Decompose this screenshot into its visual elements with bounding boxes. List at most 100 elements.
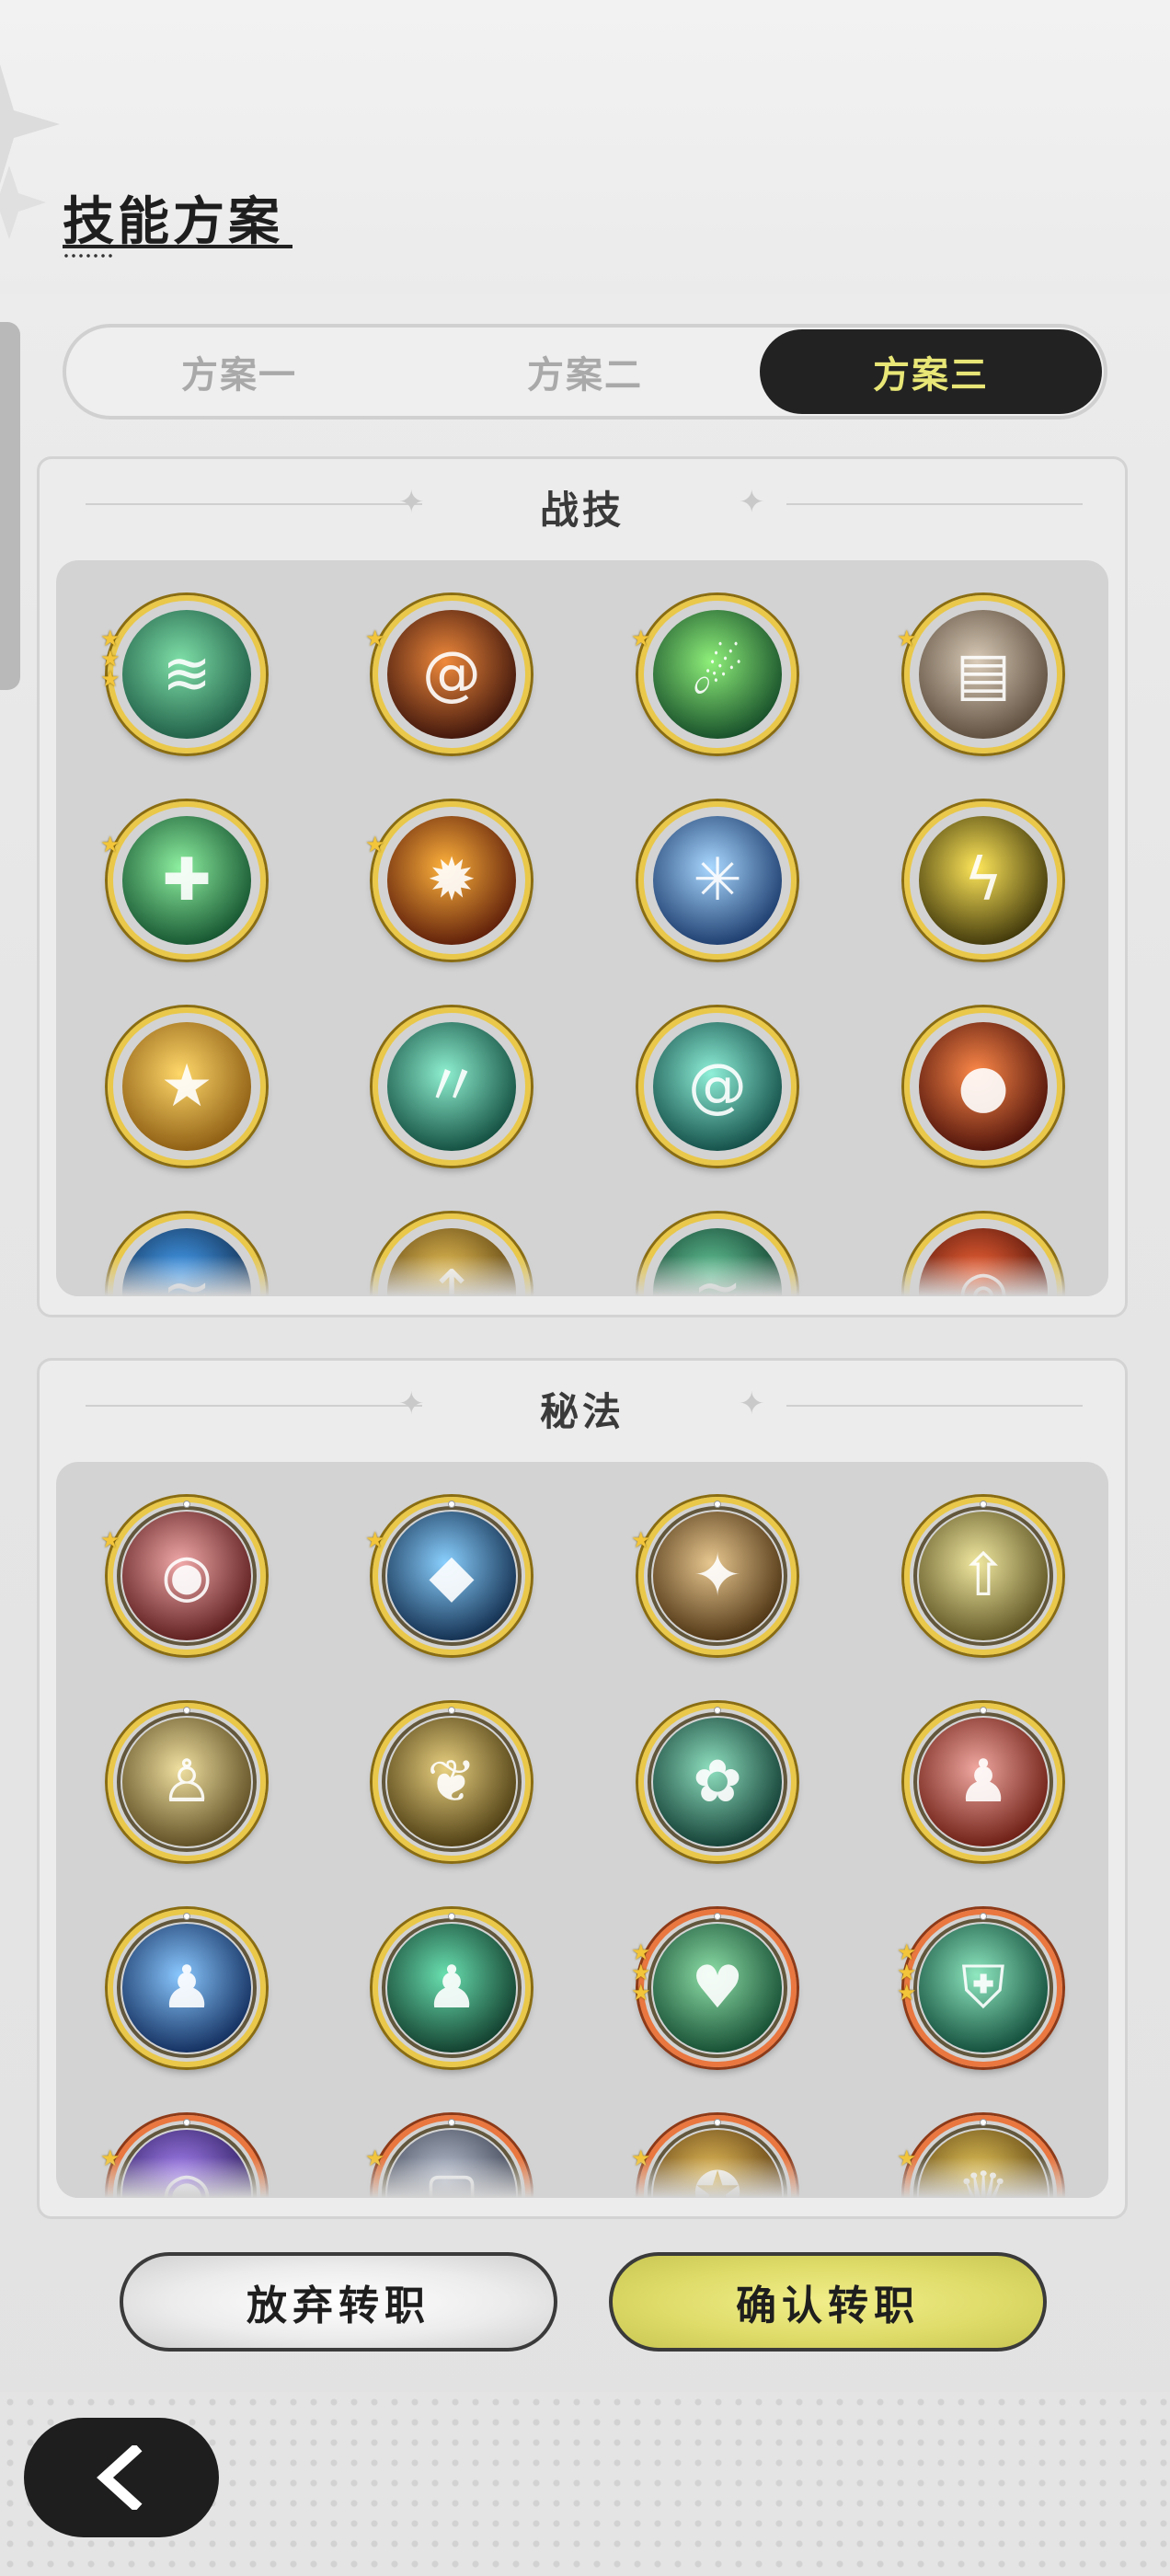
- icon-glyph: ▢: [423, 2160, 480, 2198]
- icon-art: [387, 1228, 516, 1296]
- icon-top-pip: [714, 2119, 721, 2126]
- icon-glyph: ♥: [691, 1954, 744, 2022]
- rarity-stars: ★: [365, 832, 385, 857]
- flame-burst-icon[interactable]: ✹ ★: [365, 801, 531, 960]
- header-rule-right: [786, 1405, 1083, 1407]
- rarity-stars: ★: [631, 1529, 651, 1551]
- icon-top-pip: [183, 1501, 190, 1508]
- tab-scheme-3[interactable]: 方案三: [760, 329, 1102, 414]
- lightning-orb-icon[interactable]: ϟ: [904, 801, 1062, 960]
- green-beast-icon[interactable]: ≈: [638, 1213, 797, 1296]
- star-icon: ★: [365, 832, 385, 857]
- confirm-class-change-button[interactable]: 确认转职: [609, 2252, 1047, 2352]
- green-heart-icon[interactable]: ♥ ★ ★ ★: [631, 1909, 797, 2067]
- wand-spark-icon[interactable]: ✦ ★: [631, 1497, 797, 1655]
- rarity-stars: ★ ★ ★: [100, 627, 120, 690]
- star-icon: ★: [365, 2145, 385, 2171]
- feather-wing-icon[interactable]: ❦: [373, 1703, 531, 1861]
- rarity-stars: ★: [365, 1527, 385, 1553]
- icon-glyph: ✹: [427, 846, 476, 914]
- secret-arts-title: 秘法: [539, 1389, 625, 1434]
- icon-glyph: ♟: [160, 1954, 213, 2022]
- icon-glyph: ↑: [427, 1259, 476, 1296]
- silver-scroll-icon[interactable]: ▢ ★: [365, 2115, 531, 2198]
- wind-blades-icon[interactable]: 〃: [373, 1007, 531, 1166]
- icon-top-pip: [448, 1501, 455, 1508]
- icon-glyph: ≈: [162, 1259, 212, 1296]
- star-icon: ★: [897, 626, 917, 651]
- red-figure-icon[interactable]: ♟: [904, 1703, 1062, 1861]
- icon-glyph: ♙: [160, 1748, 213, 1816]
- golden-figure-icon[interactable]: ♙: [108, 1703, 266, 1861]
- rarity-stars: ★: [631, 626, 651, 651]
- healing-cross-icon[interactable]: ✚ ★: [100, 801, 266, 960]
- icon-glyph: ♛: [957, 2160, 1010, 2198]
- green-comet-icon[interactable]: ☄ ★: [631, 595, 797, 753]
- teal-figure-icon[interactable]: ♟: [373, 1909, 531, 2067]
- rarity-stars: ★: [897, 2147, 917, 2169]
- icon-glyph: ✳: [693, 846, 742, 914]
- icon-glyph: ♟: [957, 1748, 1010, 1816]
- icon-glyph: ≈: [693, 1259, 742, 1296]
- icon-glyph: ϟ: [963, 846, 1004, 914]
- tab-scheme-2[interactable]: 方案二: [414, 329, 756, 414]
- sparkle-icon: ✦: [739, 1386, 765, 1422]
- abandon-class-change-button[interactable]: 放弃转职: [120, 2252, 557, 2352]
- golden-arrows-icon[interactable]: ↑: [373, 1213, 531, 1296]
- secret-arts-panel: ✦ 秘法 ✦ ◉ ★ ◆ ★ ✦ ★ ⇧ ♙ ❦ ✿ ♟ ♟ ♟ ♥ ★ ★ ★ ⛨ ★ ★ ★ ◉ ★ ▢ ★ ✪ ★ ♛ ★: [37, 1358, 1128, 2219]
- icon-inner-ring: [648, 2124, 787, 2198]
- rarity-stars: ★: [100, 2147, 120, 2169]
- cards-icon[interactable]: ▤ ★: [897, 595, 1062, 753]
- secret-arts-header: ✦ 秘法 ✦: [40, 1361, 1125, 1462]
- star-icon: ★: [897, 1980, 917, 2006]
- purple-orb-icon[interactable]: ◉ ★: [100, 2115, 266, 2198]
- rarity-stars: ★: [631, 2147, 651, 2169]
- icon-top-pip: [980, 1913, 987, 1920]
- tab-scheme-1[interactable]: 方案一: [68, 329, 410, 414]
- icon-inner-ring: [117, 2124, 257, 2198]
- fire-ring-icon[interactable]: ◎: [904, 1213, 1062, 1296]
- header-rule-right: [786, 503, 1083, 505]
- icon-glyph: ★: [160, 1052, 213, 1121]
- icon-glyph: ≋: [162, 640, 212, 708]
- fireball-icon[interactable]: ●: [904, 1007, 1062, 1166]
- up-arrow-icon[interactable]: ⇧: [904, 1497, 1062, 1655]
- combat-skills-icon-grid: ≋ ★ ★ ★ @ ★ ☄ ★ ▤ ★ ✚ ★ ✹ ★ ✳ ϟ ★ 〃 @ ● ≈ ↑ ≈ ◎: [56, 560, 1108, 1296]
- icon-inner-ring: [382, 2124, 522, 2198]
- scheme-tabs: 方案一 方案二 方案三: [63, 324, 1107, 420]
- gold-emblem-icon[interactable]: ✪ ★: [631, 2115, 797, 2198]
- star-icon: ★: [365, 1527, 385, 1553]
- combat-skills-title: 战技: [539, 488, 625, 533]
- armor-chain-icon[interactable]: ⛨ ★ ★ ★: [897, 1909, 1062, 2067]
- blue-crystal-icon[interactable]: ◆ ★: [365, 1497, 531, 1655]
- back-button[interactable]: [24, 2418, 219, 2537]
- page-title: 技能方案: [63, 192, 283, 252]
- side-drawer-handle[interactable]: [0, 322, 20, 690]
- icon-art: [653, 1228, 782, 1296]
- blue-figure-icon[interactable]: ♟: [108, 1909, 266, 2067]
- icon-top-pip: [714, 1501, 721, 1508]
- icon-glyph: ✿: [693, 1748, 742, 1816]
- icon-glyph: ✪: [693, 2160, 742, 2198]
- icon-glyph: ✚: [162, 846, 212, 914]
- icon-glyph: ◆: [429, 1542, 475, 1610]
- ice-burst-icon[interactable]: ✳: [638, 801, 797, 960]
- rarity-stars: ★ ★ ★: [631, 1941, 651, 2006]
- crimson-orb-icon[interactable]: ◉ ★: [100, 1497, 266, 1655]
- gold-crown-icon[interactable]: ♛ ★: [897, 2115, 1062, 2198]
- icon-art: [919, 1228, 1048, 1296]
- wind-orb-icon[interactable]: ≋ ★ ★ ★: [100, 595, 266, 753]
- combat-skills-grid: ≋ ★ ★ ★ @ ★ ☄ ★ ▤ ★ ✚ ★ ✹ ★ ✳ ϟ ★ 〃 @ ● ≈ ↑ ≈ ◎: [56, 560, 1108, 1296]
- star-icon: ★: [631, 626, 651, 651]
- icon-top-pip: [183, 1913, 190, 1920]
- icon-glyph: 〃: [422, 1052, 481, 1121]
- water-wave-icon[interactable]: ≈: [108, 1213, 266, 1296]
- star-icon: ★: [631, 1980, 651, 2006]
- green-leaf-icon[interactable]: ✿: [638, 1703, 797, 1861]
- icon-top-pip: [980, 2119, 987, 2126]
- whirlpool-icon[interactable]: @: [638, 1007, 797, 1166]
- fire-vortex-icon[interactable]: @ ★: [365, 595, 531, 753]
- star-strike-icon[interactable]: ★: [108, 1007, 266, 1166]
- icon-top-pip: [183, 2119, 190, 2126]
- icon-inner-ring: [913, 2124, 1053, 2198]
